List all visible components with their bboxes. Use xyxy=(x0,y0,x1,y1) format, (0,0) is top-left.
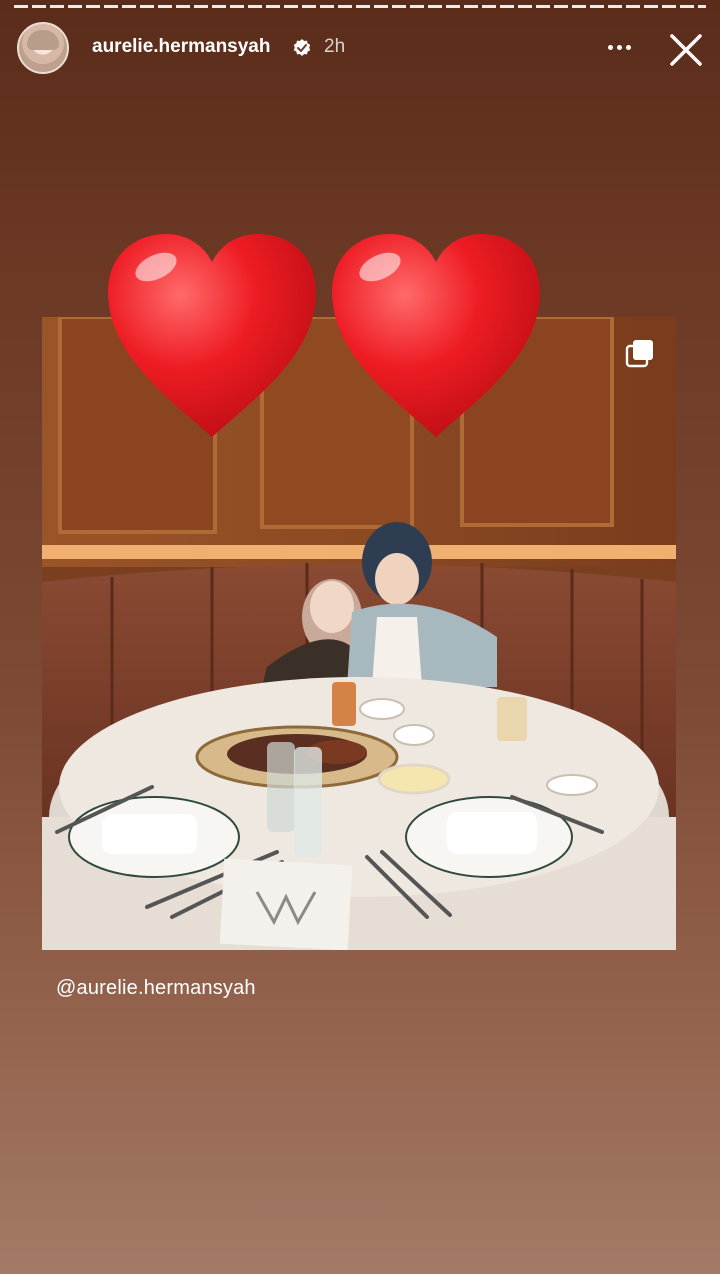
verified-badge-icon xyxy=(293,39,311,56)
close-icon[interactable] xyxy=(664,28,708,72)
profile-avatar[interactable] xyxy=(17,22,69,74)
heart-stickers[interactable] xyxy=(104,232,544,442)
multiple-photos-icon xyxy=(625,340,653,368)
username-label[interactable]: aurelie.hermansyah xyxy=(92,36,270,58)
more-options-icon[interactable] xyxy=(600,32,638,62)
story-header: aurelie.hermansyah 2h xyxy=(0,20,720,76)
timestamp: 2h xyxy=(324,36,346,57)
mention-tag[interactable]: @aurelie.hermansyah xyxy=(56,977,256,1000)
heart-emoji-right xyxy=(332,234,540,437)
story-progress-bar xyxy=(14,5,706,8)
heart-emoji-left xyxy=(108,234,316,437)
